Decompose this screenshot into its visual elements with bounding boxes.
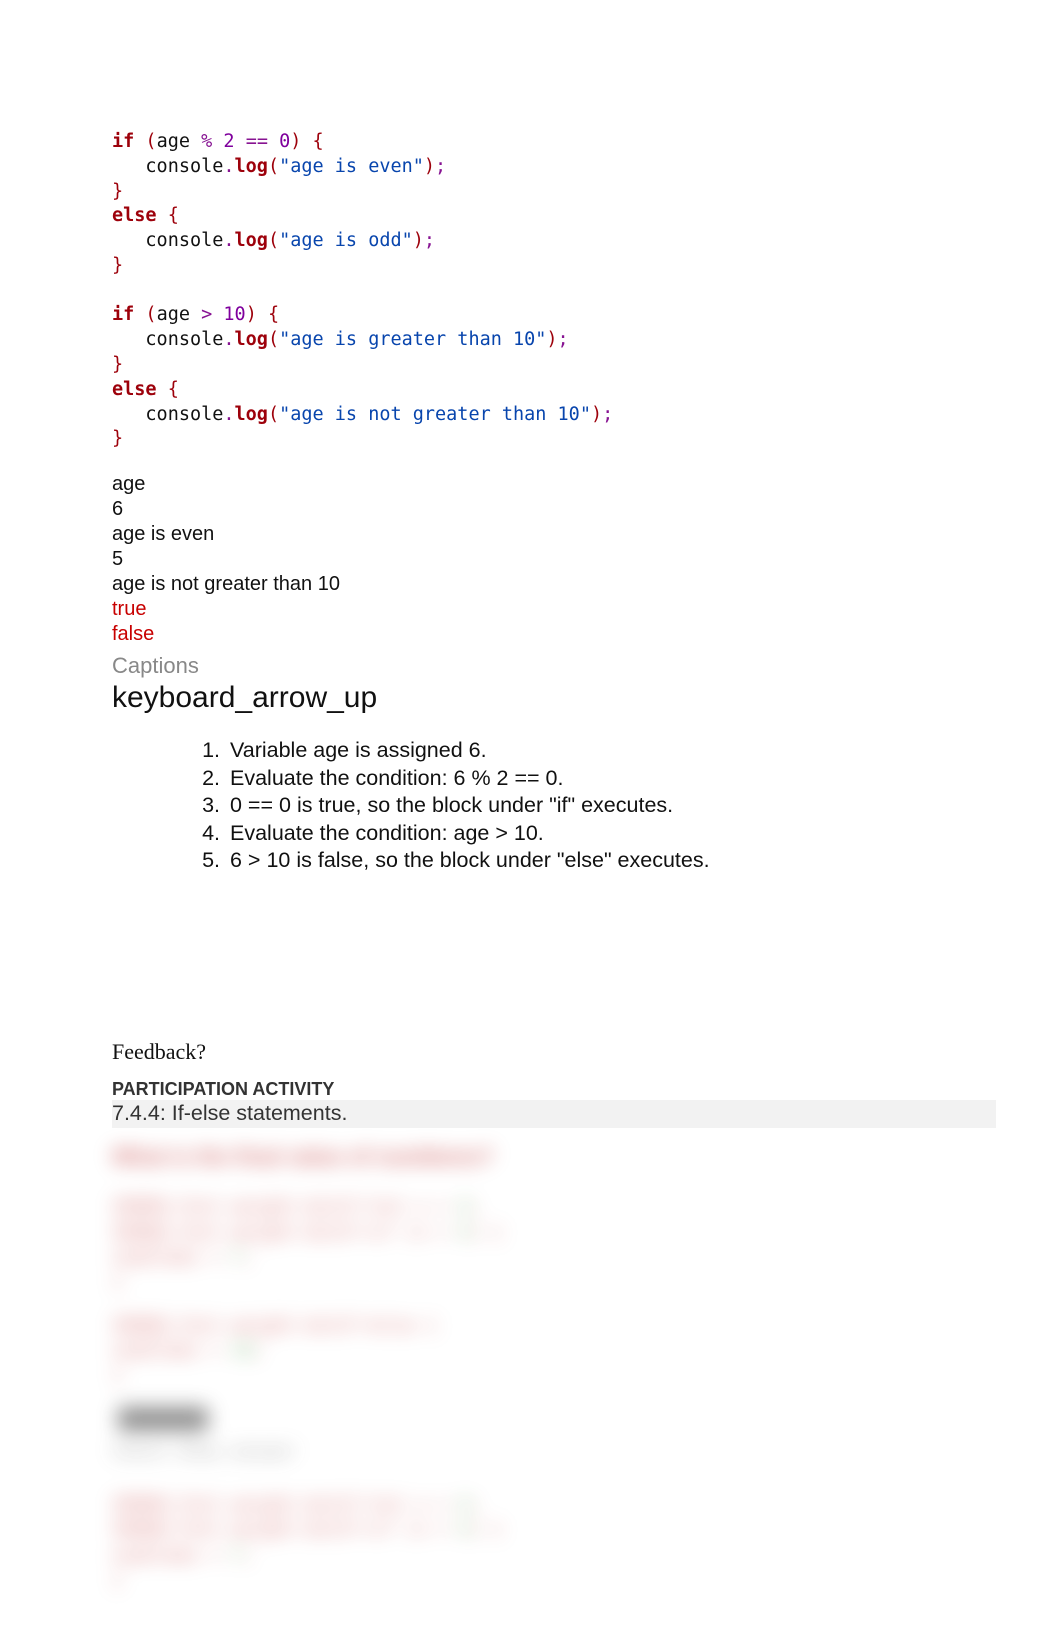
caption-item: Variable age is assigned 6. (226, 737, 956, 765)
caption-item: Evaluate the condition: age > 10. (226, 820, 956, 848)
console-line: age is even (112, 522, 956, 547)
blurred-check-answer: Check Show answer (112, 1439, 956, 1464)
blurred-code-3: 50000;font-weight:bold">let x = 4;50000;… (112, 1492, 956, 1593)
console-line: age is not greater than 10 (112, 572, 956, 597)
blurred-content: What is the final value of numItems? 500… (112, 1144, 956, 1593)
caption-item: 6 > 10 is false, so the block under "els… (226, 847, 956, 875)
keyboard-arrow-up-icon[interactable]: keyboard_arrow_up (112, 681, 956, 715)
feedback-link[interactable]: Feedback? (112, 1039, 956, 1065)
captions-list: Variable age is assigned 6.Evaluate the … (184, 737, 956, 875)
console-line: 6 (112, 497, 956, 522)
blurred-code-1: 50000;font-weight:bold">let x = 4;50000;… (112, 1194, 956, 1295)
code-block: if (age % 2 == 0) { console.log("age is … (112, 130, 956, 452)
console-line: age (112, 472, 956, 497)
console-line: true (112, 597, 956, 622)
captions-label: Captions (112, 653, 956, 679)
blurred-answer-input (118, 1407, 208, 1431)
caption-item: 0 == 0 is true, so the block under "if" … (226, 792, 956, 820)
activity-title: 7.4.4: If-else statements. (112, 1100, 996, 1128)
activity-header: PARTICIPATION ACTIVITY (112, 1079, 956, 1101)
blurred-question: What is the final value of numItems? (112, 1144, 956, 1170)
console-output: age6age is even5age is not greater than … (112, 472, 956, 647)
console-line: false (112, 622, 956, 647)
blurred-code-2: 50000;font-weight:bold">else { numItems … (112, 1313, 956, 1389)
caption-item: Evaluate the condition: 6 % 2 == 0. (226, 765, 956, 793)
console-line: 5 (112, 547, 956, 572)
blurred-input-row (112, 1407, 956, 1431)
